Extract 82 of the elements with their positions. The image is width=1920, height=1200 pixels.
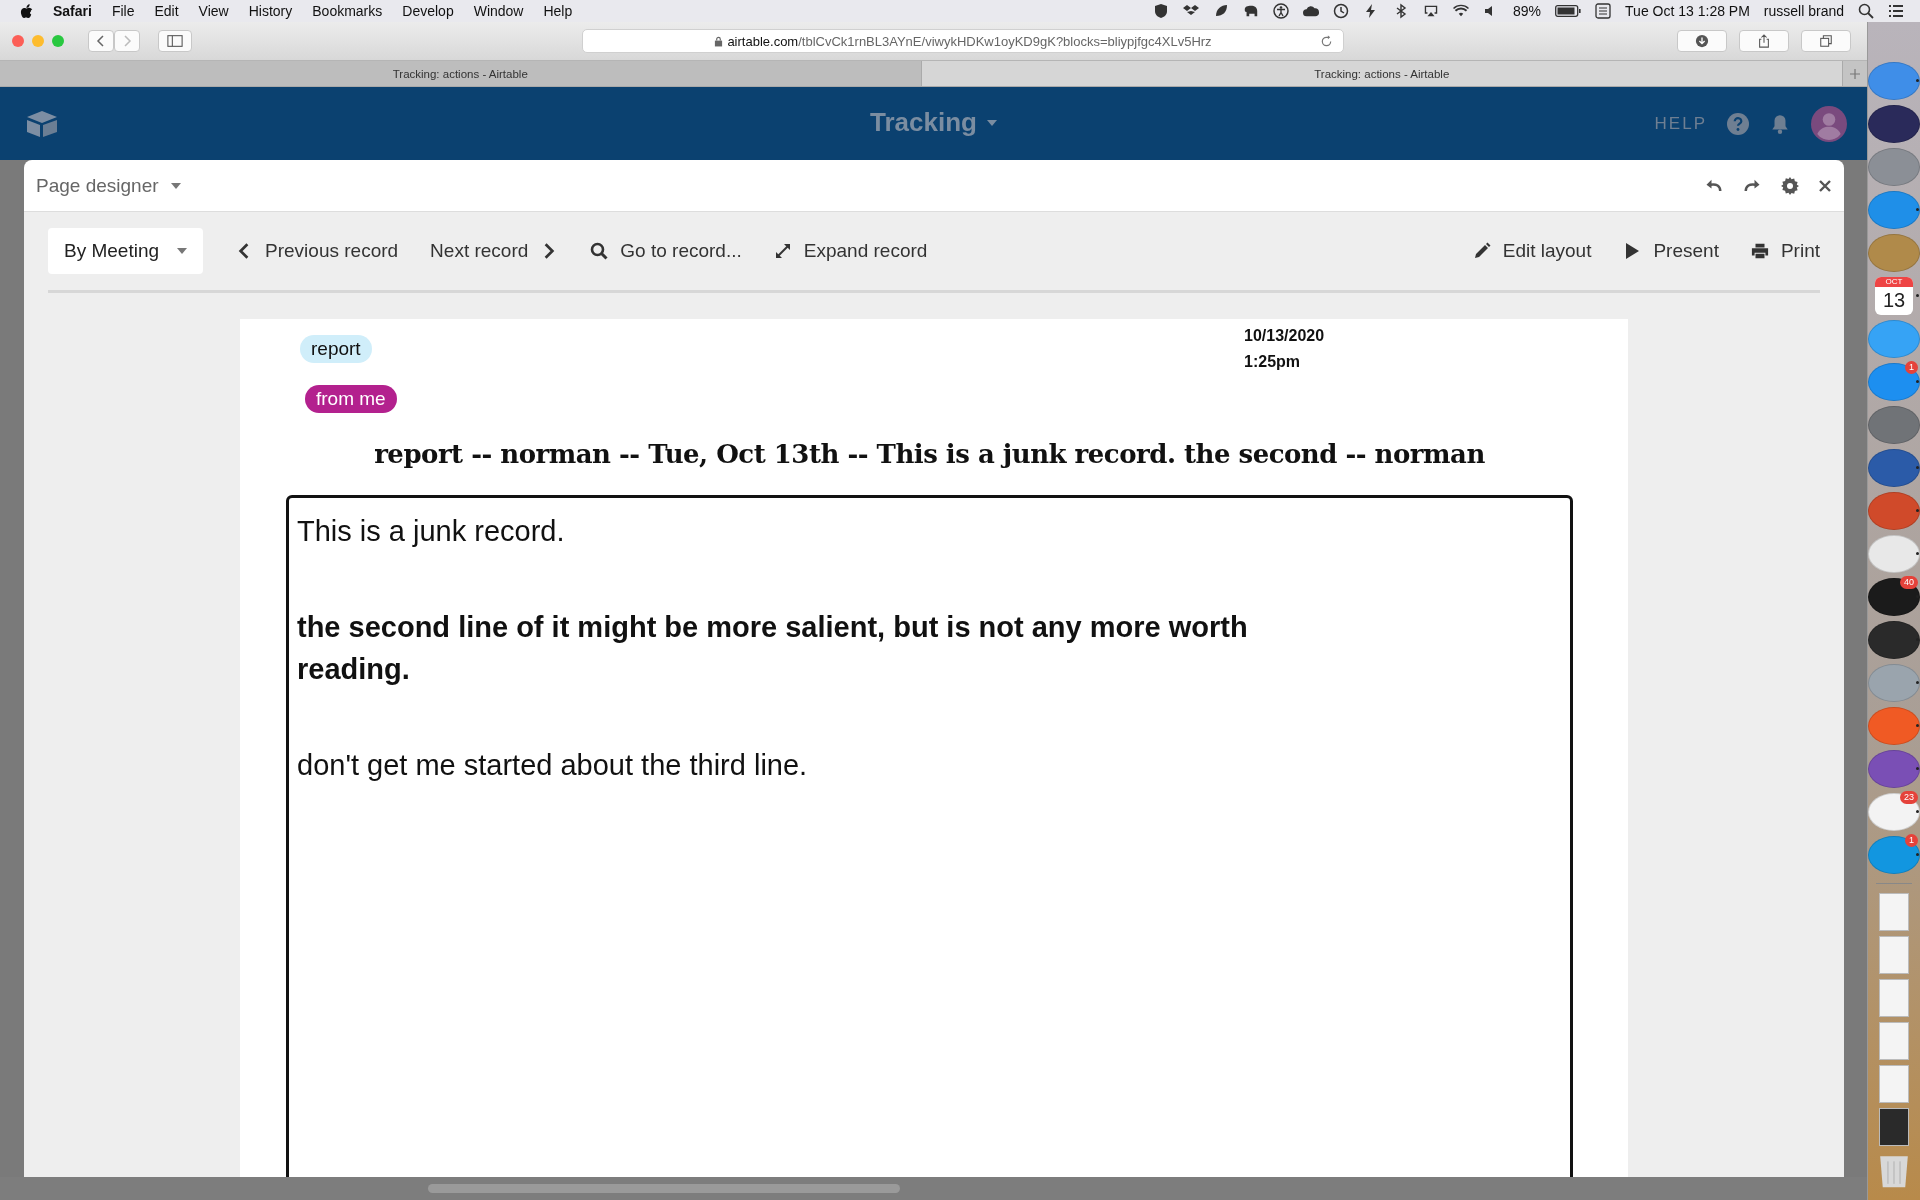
tag: report [300,335,372,363]
back-button[interactable] [88,30,114,52]
battery-icon[interactable] [1555,5,1582,17]
close-icon[interactable] [1818,178,1832,193]
app-icon[interactable] [1868,105,1920,143]
caret-icon [986,119,997,126]
airplay-icon[interactable] [1423,3,1440,19]
menu-item[interactable]: Develop [402,3,454,19]
search-icon [590,242,609,260]
apple-icon[interactable] [20,3,33,19]
elephant-icon[interactable] [1243,3,1260,19]
avatar-icon[interactable] [1811,105,1847,142]
app-icon[interactable] [1868,793,1920,831]
menu-item[interactable]: Edit [154,3,179,19]
next-record-button[interactable]: Next record [430,240,559,262]
menu-item[interactable]: File [111,3,135,19]
previous-record-button[interactable]: Previous record [235,240,399,262]
tabs-icon [1818,34,1834,48]
menu-item[interactable]: Help [543,3,573,19]
app-icon[interactable] [1868,621,1920,659]
bell-icon[interactable] [1769,112,1791,135]
list-icon[interactable] [1888,3,1904,19]
lock-icon [714,35,724,47]
caret-icon [177,248,188,254]
sidebar-icon [167,34,183,48]
reload-icon[interactable] [1320,34,1333,48]
tabs-button[interactable] [1801,30,1851,52]
notes-paragraph: don't get me started about the third line. [297,748,809,783]
menu-clock[interactable]: Tue Oct 13 1:28 PM [1625,3,1750,19]
present-button[interactable]: Present [1623,240,1719,262]
forward-icon [122,34,132,48]
notes-paragraph: the second line of it might be more salient, but is not any more worth reading. [297,610,1249,687]
designer-title[interactable]: Page designer [36,174,181,197]
logo-icon[interactable] [24,108,60,139]
notes-paragraph: This is a junk record. [297,514,566,549]
record-date: 10/13/2020 [1244,327,1325,345]
app-icon[interactable] [1868,578,1920,616]
menu-app-name[interactable]: Safari [53,3,92,19]
print-button[interactable]: Print [1750,240,1820,262]
plus-icon [1849,67,1861,80]
menu-item[interactable]: History [248,3,293,19]
document-icon[interactable] [1879,1108,1909,1146]
search-icon[interactable] [1858,3,1874,19]
shield-icon[interactable] [1153,3,1170,19]
record-title: report -- norman -- Tue, Oct 13th -- This is a junk record. the second -- norman [373,439,1486,469]
notification-badge: 40 [1900,576,1918,589]
browser-tab[interactable]: Tracking: actions - Airtable [921,61,1843,86]
pencil-icon [1472,242,1491,260]
back-icon [96,34,106,48]
user-name[interactable]: russell brand [1763,3,1844,19]
record-time: 1:25pm [1244,353,1302,371]
share-button[interactable] [1739,30,1789,52]
help-icon[interactable] [1727,112,1749,135]
download-icon [1694,34,1710,48]
battery-percent: 89% [1513,3,1542,19]
expand-icon [773,242,792,260]
calendar-icon[interactable]: OCT 13 [1875,277,1913,315]
caret-icon [170,182,181,189]
notification-badge: 23 [1900,791,1918,804]
cloud-icon[interactable] [1303,3,1320,19]
app-icon[interactable] [1868,449,1920,487]
leaf-icon[interactable] [1213,3,1230,19]
browser-tab[interactable]: Tracking: actions - Airtable [0,61,922,86]
menu-item[interactable]: View [198,3,229,19]
expand-record-button[interactable]: Expand record [773,240,928,262]
download-button[interactable] [1677,30,1727,52]
scrollbar-thumb[interactable] [428,1184,900,1193]
address-field[interactable]: airtable.com/tblCvCk1rnBL3AYnE/viwykHDKw1oyKD9gK?blocks=bliypjfgc4XLv5Hrz [582,29,1344,53]
sidebar-button[interactable] [158,30,192,52]
settings-icon[interactable] [1780,175,1800,196]
edit-layout-button[interactable]: Edit layout [1472,240,1592,262]
keyboard-icon[interactable] [1595,3,1612,19]
printer-icon [1750,242,1769,260]
menu-item[interactable]: Bookmarks [312,3,383,19]
clock-icon[interactable] [1333,3,1350,19]
menu-item[interactable]: Window [473,3,524,19]
accessibility-icon[interactable] [1273,3,1290,19]
go-to-record-button[interactable]: Go to record... [590,240,742,262]
group-dropdown[interactable]: By Meeting [48,228,204,274]
tag: from me [305,385,397,413]
share-icon [1756,34,1772,48]
wifi-icon[interactable] [1453,3,1470,19]
